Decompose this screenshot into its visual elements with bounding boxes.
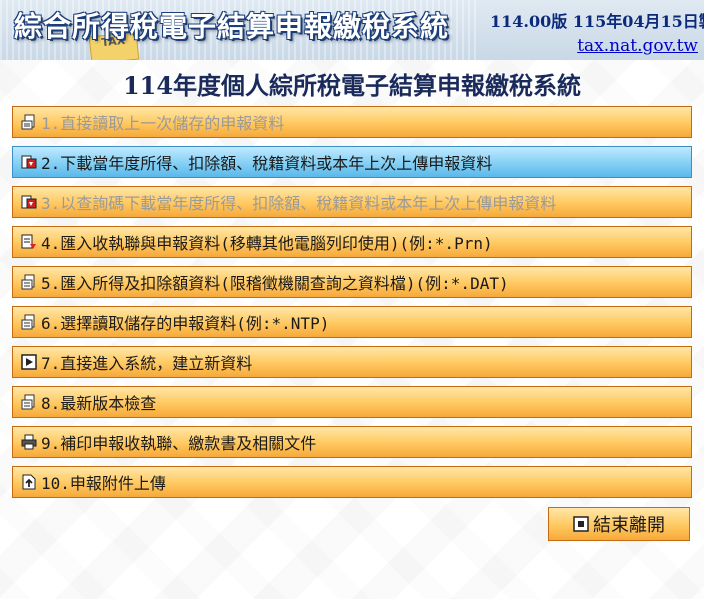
menu-item-label: 1.直接讀取上一次儲存的申報資料 (41, 114, 285, 133)
main-menu: 1.直接讀取上一次儲存的申報資料 2.下載當年度所得、扣除額、稅籍資料或本年上次上… (12, 106, 692, 506)
menu-item-2[interactable]: 2.下載當年度所得、扣除額、稅籍資料或本年上次上傳申報資料 (12, 146, 692, 178)
exit-button[interactable]: 結束離開 (548, 507, 690, 541)
download-code-icon (21, 194, 37, 210)
version-check-icon (21, 394, 37, 410)
page-title: 114年度個人綜所稅電子結算申報繳稅系統 (122, 71, 582, 100)
menu-item-9[interactable]: 9.補印申報收執聯、繳款書及相關文件 (12, 426, 692, 458)
menu-item-label: 7.直接進入系統，建立新資料 (41, 354, 253, 373)
exit-icon (573, 516, 589, 532)
version-info: 114.00版 115年04月15日製 (490, 12, 704, 31)
menu-item-5[interactable]: 5.匯入所得及扣除額資料(限稽徵機關查詢之資料檔)(例:*.DAT) (12, 266, 692, 298)
menu-item-1[interactable]: 1.直接讀取上一次儲存的申報資料 (12, 106, 692, 138)
menu-item-7[interactable]: 7.直接進入系統，建立新資料 (12, 346, 692, 378)
enter-system-icon (21, 354, 37, 370)
open-file-icon (21, 114, 37, 130)
select-file-icon (21, 314, 37, 330)
exit-label: 結束離開 (593, 515, 665, 536)
menu-item-4[interactable]: 4.匯入收執聯與申報資料(移轉其他電腦列印使用)(例:*.Prn) (12, 226, 692, 258)
site-link[interactable]: tax.nat.gov.tw (577, 36, 698, 56)
menu-item-label: 2.下載當年度所得、扣除額、稅籍資料或本年上次上傳申報資料 (41, 154, 493, 173)
menu-item-8[interactable]: 8.最新版本檢查 (12, 386, 692, 418)
import-data-icon (21, 274, 37, 290)
app-title: 綜合所得稅電子結算申報繳稅系統 (14, 10, 450, 43)
download-icon (21, 154, 37, 170)
menu-item-label: 4.匯入收執聯與申報資料(移轉其他電腦列印使用)(例:*.Prn) (41, 234, 493, 253)
printer-icon (21, 434, 37, 450)
menu-item-10[interactable]: 10.申報附件上傳 (12, 466, 692, 498)
menu-item-label: 8.最新版本檢查 (41, 394, 157, 413)
menu-item-6[interactable]: 6.選擇讀取儲存的申報資料(例:*.NTP) (12, 306, 692, 338)
menu-item-3[interactable]: 3.以查詢碼下載當年度所得、扣除額、稅籍資料或本年上次上傳申報資料 (12, 186, 692, 218)
import-receipt-icon (21, 234, 37, 250)
menu-item-label: 3.以查詢碼下載當年度所得、扣除額、稅籍資料或本年上次上傳申報資料 (41, 194, 557, 213)
menu-item-label: 5.匯入所得及扣除額資料(限稽徵機關查詢之資料檔)(例:*.DAT) (41, 274, 509, 293)
menu-item-label: 10.申報附件上傳 (41, 474, 166, 493)
app-header: TAX 綜合所得稅電子結算申報繳稅系統 114.00版 115年04月15日製 … (0, 0, 704, 60)
menu-item-label: 9.補印申報收執聯、繳款書及相關文件 (41, 434, 317, 453)
upload-attachment-icon (21, 474, 37, 490)
menu-item-label: 6.選擇讀取儲存的申報資料(例:*.NTP) (41, 314, 330, 333)
